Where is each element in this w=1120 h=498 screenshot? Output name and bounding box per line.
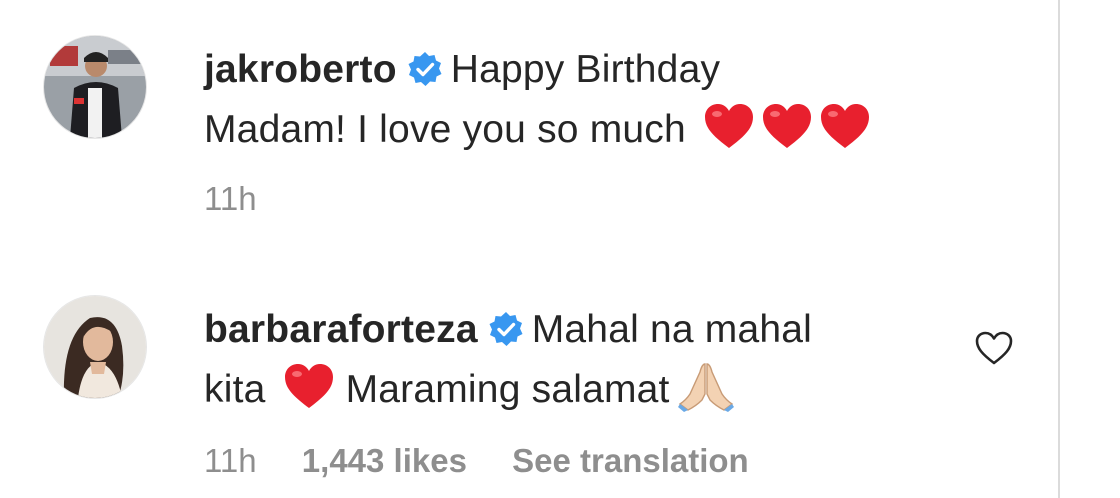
like-button[interactable] xyxy=(974,330,1014,366)
right-edge-divider xyxy=(1058,0,1060,498)
red-heart-icon xyxy=(703,102,755,150)
comment-meta: 11h xyxy=(204,180,293,218)
comment-body-line2a: kita xyxy=(204,368,266,411)
verified-badge-icon xyxy=(488,305,524,346)
comment-body-line2: Madam! I love you so much xyxy=(204,108,686,151)
comment-text: barbaraforteza Mahal na mahal kita Marami… xyxy=(204,300,964,420)
comment-username[interactable]: jakroberto xyxy=(204,48,397,91)
red-heart-icon xyxy=(819,102,871,150)
avatar[interactable] xyxy=(44,36,146,138)
likes-count-link[interactable]: 1,443 likes xyxy=(302,442,467,479)
comment-body-line1: Mahal na mahal xyxy=(531,308,813,351)
comment-text: jakroberto Happy Birthday Madam! I love y… xyxy=(204,40,964,160)
comment-meta: 11h 1,443 likes See translation xyxy=(204,442,785,480)
heart-outline-icon xyxy=(975,331,1013,365)
comment-timestamp[interactable]: 11h xyxy=(204,180,257,217)
avatar-image xyxy=(44,36,146,138)
verified-badge-icon xyxy=(407,45,443,86)
avatar-image xyxy=(44,296,146,398)
folded-hands-icon xyxy=(677,360,734,412)
red-heart-icon xyxy=(283,362,335,410)
comment-timestamp[interactable]: 11h xyxy=(204,442,257,479)
comment-body-line2b: Maraming salamat xyxy=(345,368,670,411)
see-translation-link[interactable]: See translation xyxy=(512,442,749,479)
red-heart-icon xyxy=(761,102,813,150)
avatar[interactable] xyxy=(44,296,146,398)
comment-body-line1: Happy Birthday xyxy=(450,48,721,91)
comment-username[interactable]: barbaraforteza xyxy=(204,308,478,351)
